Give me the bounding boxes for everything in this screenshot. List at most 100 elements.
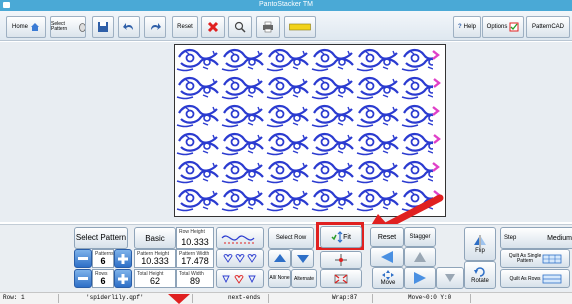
arrow-down-icon	[445, 274, 455, 282]
status-separator	[372, 294, 373, 303]
help-icon: ?	[457, 24, 462, 30]
all-none-button[interactable]: All/ None	[268, 269, 291, 288]
minus-icon	[78, 256, 88, 260]
layout-thumbnail-2[interactable]	[216, 249, 264, 268]
redo-icon	[151, 23, 161, 30]
layout-thumbnail-3[interactable]	[216, 269, 264, 288]
patterncad-button-label: PatternCAD	[531, 24, 564, 30]
total-width-value: 89	[189, 276, 200, 286]
stagger-button[interactable]: Stagger	[404, 227, 436, 247]
reset-button[interactable]: Reset	[172, 16, 198, 38]
toolbar: Home Select Pattern Reset ? Help Options…	[0, 11, 572, 41]
arrow-left-icon	[381, 251, 393, 263]
expand-button[interactable]	[320, 269, 362, 288]
filename-callout-arrow	[168, 294, 190, 304]
select-pattern-button[interactable]: Select Pattern	[50, 16, 86, 38]
arrow-down-icon	[296, 254, 309, 263]
delete-button[interactable]	[201, 16, 225, 38]
minus-icon	[78, 276, 88, 280]
checkbox-icon	[509, 22, 519, 32]
pattern-height-field[interactable]: Pattern Height 10.333	[134, 249, 176, 268]
row-height-field[interactable]: Row Height 10.333	[176, 227, 214, 249]
patterns-value: 6	[100, 256, 106, 266]
basic-mode-button[interactable]: Basic	[134, 227, 176, 249]
move-down-button[interactable]	[436, 267, 464, 289]
status-separator	[470, 294, 471, 303]
zoom-button[interactable]	[228, 16, 252, 38]
row-up-button[interactable]	[268, 249, 291, 268]
status-separator	[192, 294, 193, 303]
quilt-single-label: Quilt As Single Pattern	[508, 252, 542, 264]
rotate-icon	[474, 267, 485, 277]
expand-icon	[334, 274, 348, 283]
rows-value: 6	[100, 276, 106, 286]
arrow-up-icon	[414, 252, 426, 262]
options-button[interactable]: Options	[482, 16, 524, 38]
move-up-button[interactable]	[404, 247, 436, 267]
panel-reset-button[interactable]: Reset	[370, 227, 404, 247]
redo-button[interactable]	[144, 16, 166, 38]
home-button-label: Home	[11, 24, 28, 30]
quilt-grid-icon	[542, 254, 562, 263]
rows-increase-button[interactable]	[114, 269, 132, 288]
rows-decrease-button[interactable]	[74, 269, 92, 288]
select-pattern-button-label: Select Pattern	[51, 21, 68, 32]
quilt-single-button[interactable]: Quilt As Single Pattern	[500, 249, 570, 268]
help-button[interactable]: ? Help	[453, 16, 481, 38]
options-button-label: Options	[486, 24, 508, 30]
ruler-button[interactable]	[284, 16, 316, 38]
pattern-width-value: 17.478	[181, 256, 209, 266]
total-height-field[interactable]: Total Height 62	[134, 269, 176, 288]
alternate-button[interactable]: Alternate	[291, 269, 317, 288]
print-button[interactable]	[256, 16, 280, 38]
step-size-control[interactable]: Step Medium	[500, 227, 572, 249]
pattern-height-value: 10.333	[141, 256, 169, 266]
flip-icon	[474, 235, 486, 247]
printer-icon	[263, 21, 273, 33]
patterncad-button[interactable]: PatternCAD	[526, 16, 570, 38]
layout-hearts-icon	[223, 253, 257, 263]
home-button[interactable]: Home	[6, 16, 46, 38]
move-button[interactable]: Move	[372, 267, 404, 289]
pattern-width-field[interactable]: Pattern Width 17.478	[176, 249, 214, 268]
save-icon	[98, 22, 108, 32]
rows-field[interactable]: Rows 6	[92, 269, 114, 288]
quilt-rows-label: Quilt As Rows	[509, 275, 541, 282]
status-row: Row: 1	[3, 294, 25, 301]
select-row-button[interactable]: Select Row	[268, 227, 314, 249]
undo-button[interactable]	[118, 16, 140, 38]
fit-button[interactable]: Fit	[320, 226, 362, 248]
alternate-label: Alternate	[293, 275, 314, 282]
center-arrows-icon	[335, 254, 347, 266]
quilt-rows-button[interactable]: Quilt As Rows	[500, 269, 570, 288]
help-button-label: Help	[463, 24, 476, 30]
total-width-field[interactable]: Total Width 89	[176, 269, 214, 288]
row-height-value: 10.333	[181, 237, 209, 247]
flip-button[interactable]: Flip	[464, 227, 496, 261]
quilt-rows-icon	[542, 274, 562, 283]
center-button[interactable]	[320, 251, 362, 269]
plus-icon	[118, 273, 128, 284]
patterns-decrease-button[interactable]	[74, 249, 92, 268]
panel-reset-label: Reset	[377, 233, 397, 241]
patterns-increase-button[interactable]	[114, 249, 132, 268]
move-label: Move	[380, 280, 396, 286]
row-down-button[interactable]	[291, 249, 314, 268]
step-label: Step	[504, 235, 517, 241]
save-button[interactable]	[92, 16, 114, 38]
select-pattern-panel-button[interactable]: Select Pattern	[74, 227, 128, 249]
control-panel: Select Pattern Patterns 6 Rows 6 Basic R…	[0, 222, 572, 292]
patterns-field[interactable]: Patterns 6	[92, 249, 114, 268]
status-separator	[58, 294, 59, 303]
layout-thumbnail-1[interactable]	[216, 227, 264, 249]
move-right-button[interactable]	[404, 267, 436, 289]
arrow-up-icon	[273, 253, 286, 262]
step-size-value: Medium	[547, 234, 572, 242]
ruler-icon	[289, 23, 311, 31]
rotate-button[interactable]: Rotate	[464, 261, 496, 289]
status-ends: next-ends	[228, 294, 261, 301]
flip-label: Flip	[475, 248, 485, 254]
row-height-label: Row Height	[179, 229, 205, 235]
layout-wave-icon	[221, 235, 256, 244]
move-left-button[interactable]	[370, 247, 404, 267]
